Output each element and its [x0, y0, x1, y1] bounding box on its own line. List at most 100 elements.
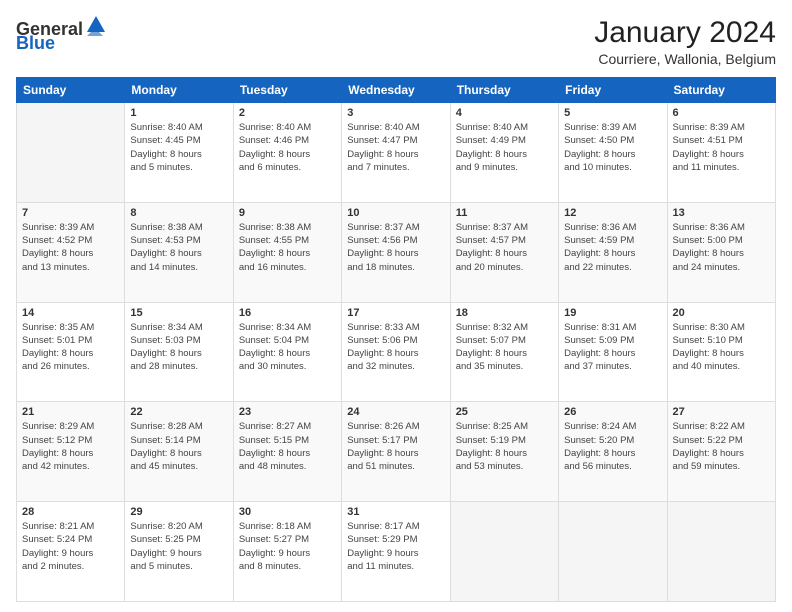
day-number: 19: [564, 307, 661, 319]
day-number: 1: [130, 107, 227, 119]
calendar-cell: 21 Sunrise: 8:29 AMSunset: 5:12 PMDayligh…: [17, 402, 125, 502]
day-info: Sunrise: 8:34 AMSunset: 5:04 PMDaylight:…: [239, 321, 336, 374]
calendar-cell: 6 Sunrise: 8:39 AMSunset: 4:51 PMDaylight…: [667, 103, 775, 203]
calendar-cell: [17, 103, 125, 203]
header: General Blue January 2024 Courriere, Wal…: [16, 16, 776, 67]
day-info: Sunrise: 8:39 AMSunset: 4:51 PMDaylight:…: [673, 121, 770, 174]
day-number: 18: [456, 307, 553, 319]
day-info: Sunrise: 8:26 AMSunset: 5:17 PMDaylight:…: [347, 420, 444, 473]
day-info: Sunrise: 8:17 AMSunset: 5:29 PMDaylight:…: [347, 520, 444, 573]
calendar-cell: 1 Sunrise: 8:40 AMSunset: 4:45 PMDaylight…: [125, 103, 233, 203]
calendar-cell: 13 Sunrise: 8:36 AMSunset: 5:00 PMDayligh…: [667, 202, 775, 302]
calendar-cell: 20 Sunrise: 8:30 AMSunset: 5:10 PMDayligh…: [667, 302, 775, 402]
day-info: Sunrise: 8:39 AMSunset: 4:50 PMDaylight:…: [564, 121, 661, 174]
calendar-cell: [450, 502, 558, 602]
calendar-week-row: 28Sunrise: 8:21 AMSunset: 5:24 PMDayligh…: [17, 502, 776, 602]
subtitle: Courriere, Wallonia, Belgium: [594, 51, 776, 67]
day-number: 12: [564, 207, 661, 219]
logo: General Blue: [16, 20, 107, 52]
day-info: Sunrise: 8:25 AMSunset: 5:19 PMDaylight:…: [456, 420, 553, 473]
day-number: 29: [130, 506, 227, 518]
day-number: 20: [673, 307, 770, 319]
day-info: Sunrise: 8:40 AMSunset: 4:45 PMDaylight:…: [130, 121, 227, 174]
day-number: 8: [130, 207, 227, 219]
day-number: 13: [673, 207, 770, 219]
day-number: 23: [239, 406, 336, 418]
day-number: 6: [673, 107, 770, 119]
day-info: Sunrise: 8:31 AMSunset: 5:09 PMDaylight:…: [564, 321, 661, 374]
day-info: Sunrise: 8:35 AMSunset: 5:01 PMDaylight:…: [22, 321, 119, 374]
day-info: Sunrise: 8:33 AMSunset: 5:06 PMDaylight:…: [347, 321, 444, 374]
day-info: Sunrise: 8:40 AMSunset: 4:46 PMDaylight:…: [239, 121, 336, 174]
calendar-cell: [667, 502, 775, 602]
calendar-cell: 2 Sunrise: 8:40 AMSunset: 4:46 PMDaylight…: [233, 103, 341, 203]
calendar-day-header: Monday: [125, 78, 233, 103]
day-info: Sunrise: 8:38 AMSunset: 4:53 PMDaylight:…: [130, 221, 227, 274]
calendar-cell: 4Sunrise: 8:40 AMSunset: 4:49 PMDaylight…: [450, 103, 558, 203]
day-info: Sunrise: 8:18 AMSunset: 5:27 PMDaylight:…: [239, 520, 336, 573]
calendar-cell: 12Sunrise: 8:36 AMSunset: 4:59 PMDayligh…: [559, 202, 667, 302]
calendar-table: SundayMondayTuesdayWednesdayThursdayFrid…: [16, 77, 776, 602]
day-number: 5: [564, 107, 661, 119]
day-info: Sunrise: 8:36 AMSunset: 5:00 PMDaylight:…: [673, 221, 770, 274]
day-info: Sunrise: 8:20 AMSunset: 5:25 PMDaylight:…: [130, 520, 227, 573]
day-number: 15: [130, 307, 227, 319]
calendar-week-row: 21 Sunrise: 8:29 AMSunset: 5:12 PMDayligh…: [17, 402, 776, 502]
day-number: 25: [456, 406, 553, 418]
calendar-cell: 28Sunrise: 8:21 AMSunset: 5:24 PMDayligh…: [17, 502, 125, 602]
calendar-cell: 10 Sunrise: 8:37 AMSunset: 4:56 PMDayligh…: [342, 202, 450, 302]
logo-blue: Blue: [16, 34, 55, 52]
calendar-cell: 23Sunrise: 8:27 AMSunset: 5:15 PMDayligh…: [233, 402, 341, 502]
day-info: Sunrise: 8:34 AMSunset: 5:03 PMDaylight:…: [130, 321, 227, 374]
day-info: Sunrise: 8:30 AMSunset: 5:10 PMDaylight:…: [673, 321, 770, 374]
day-number: 16: [239, 307, 336, 319]
day-number: 10: [347, 207, 444, 219]
day-number: 14: [22, 307, 119, 319]
day-number: 31: [347, 506, 444, 518]
day-number: 21: [22, 406, 119, 418]
day-number: 11: [456, 207, 553, 219]
calendar-cell: 22 Sunrise: 8:28 AMSunset: 5:14 PMDayligh…: [125, 402, 233, 502]
day-number: 7: [22, 207, 119, 219]
calendar-day-header: Saturday: [667, 78, 775, 103]
calendar-day-header: Tuesday: [233, 78, 341, 103]
day-info: Sunrise: 8:28 AMSunset: 5:14 PMDaylight:…: [130, 420, 227, 473]
calendar-day-header: Thursday: [450, 78, 558, 103]
day-number: 3: [347, 107, 444, 119]
day-info: Sunrise: 8:21 AMSunset: 5:24 PMDaylight:…: [22, 520, 119, 573]
day-number: 17: [347, 307, 444, 319]
day-info: Sunrise: 8:32 AMSunset: 5:07 PMDaylight:…: [456, 321, 553, 374]
day-number: 9: [239, 207, 336, 219]
logo-icon: [85, 14, 107, 36]
day-number: 26: [564, 406, 661, 418]
calendar-week-row: 14 Sunrise: 8:35 AMSunset: 5:01 PMDayligh…: [17, 302, 776, 402]
calendar-day-header: Wednesday: [342, 78, 450, 103]
main-title: January 2024: [594, 16, 776, 49]
calendar-cell: 16 Sunrise: 8:34 AMSunset: 5:04 PMDayligh…: [233, 302, 341, 402]
calendar-cell: 25 Sunrise: 8:25 AMSunset: 5:19 PMDayligh…: [450, 402, 558, 502]
calendar-cell: 26 Sunrise: 8:24 AMSunset: 5:20 PMDayligh…: [559, 402, 667, 502]
day-number: 24: [347, 406, 444, 418]
calendar-cell: 31 Sunrise: 8:17 AMSunset: 5:29 PMDayligh…: [342, 502, 450, 602]
calendar-header-row: SundayMondayTuesdayWednesdayThursdayFrid…: [17, 78, 776, 103]
day-info: Sunrise: 8:39 AMSunset: 4:52 PMDaylight:…: [22, 221, 119, 274]
day-number: 22: [130, 406, 227, 418]
calendar-cell: 18 Sunrise: 8:32 AMSunset: 5:07 PMDayligh…: [450, 302, 558, 402]
calendar-cell: 7 Sunrise: 8:39 AMSunset: 4:52 PMDaylight…: [17, 202, 125, 302]
calendar-week-row: 1 Sunrise: 8:40 AMSunset: 4:45 PMDaylight…: [17, 103, 776, 203]
calendar-cell: 8 Sunrise: 8:38 AMSunset: 4:53 PMDaylight…: [125, 202, 233, 302]
calendar-cell: 27Sunrise: 8:22 AMSunset: 5:22 PMDayligh…: [667, 402, 775, 502]
title-section: January 2024 Courriere, Wallonia, Belgiu…: [594, 16, 776, 67]
day-info: Sunrise: 8:40 AMSunset: 4:47 PMDaylight:…: [347, 121, 444, 174]
calendar-cell: 19 Sunrise: 8:31 AMSunset: 5:09 PMDayligh…: [559, 302, 667, 402]
calendar-day-header: Sunday: [17, 78, 125, 103]
day-info: Sunrise: 8:37 AMSunset: 4:56 PMDaylight:…: [347, 221, 444, 274]
day-info: Sunrise: 8:38 AMSunset: 4:55 PMDaylight:…: [239, 221, 336, 274]
day-info: Sunrise: 8:29 AMSunset: 5:12 PMDaylight:…: [22, 420, 119, 473]
calendar-cell: 11Sunrise: 8:37 AMSunset: 4:57 PMDayligh…: [450, 202, 558, 302]
day-number: 2: [239, 107, 336, 119]
calendar-cell: 17 Sunrise: 8:33 AMSunset: 5:06 PMDayligh…: [342, 302, 450, 402]
day-info: Sunrise: 8:24 AMSunset: 5:20 PMDaylight:…: [564, 420, 661, 473]
calendar-cell: 24 Sunrise: 8:26 AMSunset: 5:17 PMDayligh…: [342, 402, 450, 502]
calendar-day-header: Friday: [559, 78, 667, 103]
